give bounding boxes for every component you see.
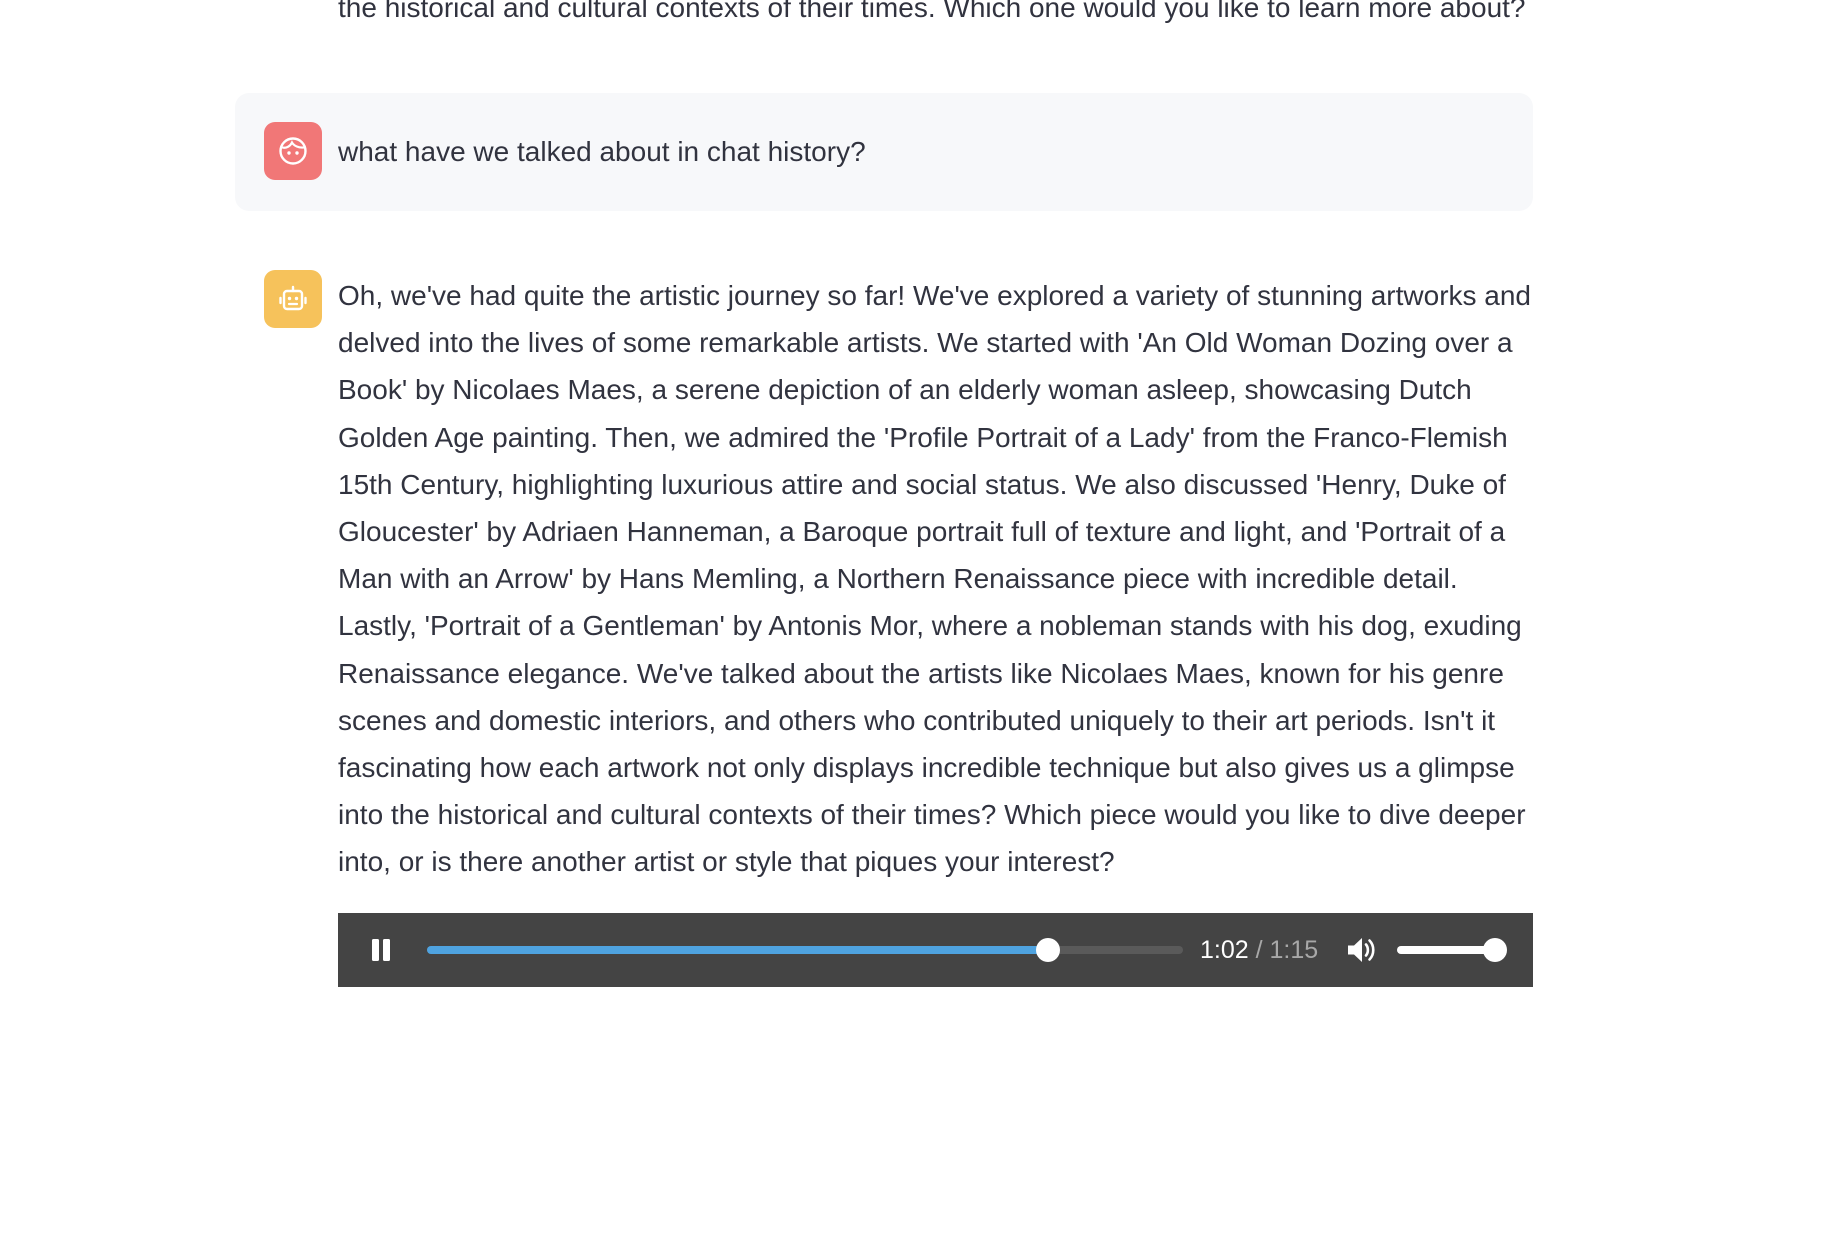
volume-fill xyxy=(1397,946,1495,954)
user-face-icon xyxy=(279,137,307,165)
progress-thumb[interactable] xyxy=(1036,938,1061,962)
pause-button[interactable] xyxy=(372,939,392,961)
pause-icon xyxy=(372,939,379,961)
chat-page: the historical and cultural contexts of … xyxy=(0,0,1840,1238)
volume-thumb[interactable] xyxy=(1483,938,1507,962)
volume-button[interactable] xyxy=(1344,933,1378,967)
robot-icon xyxy=(279,285,307,311)
assistant-message: Oh, we've had quite the artistic journey… xyxy=(235,262,1533,1002)
user-message-text: what have we talked about in chat histor… xyxy=(338,136,866,167)
pause-icon-bar xyxy=(383,939,390,961)
volume-icon xyxy=(1348,938,1375,962)
current-time: 1:02 xyxy=(1200,936,1249,964)
time-display: 1:02 / 1:15 xyxy=(1200,935,1318,965)
total-time: 1:15 xyxy=(1269,936,1319,964)
user-message: what have we talked about in chat histor… xyxy=(235,93,1533,211)
assistant-avatar xyxy=(264,270,322,328)
assistant-message-text: Oh, we've had quite the artistic journey… xyxy=(338,280,1532,878)
progress-fill xyxy=(427,946,1049,954)
progress-bar[interactable] xyxy=(427,938,1183,962)
volume-slider[interactable] xyxy=(1397,938,1507,962)
user-avatar xyxy=(264,122,322,180)
audio-player: 1:02 / 1:15 xyxy=(338,913,1533,987)
previous-message-text: the historical and cultural contexts of … xyxy=(338,0,1526,23)
time-separator: / xyxy=(1255,936,1263,964)
